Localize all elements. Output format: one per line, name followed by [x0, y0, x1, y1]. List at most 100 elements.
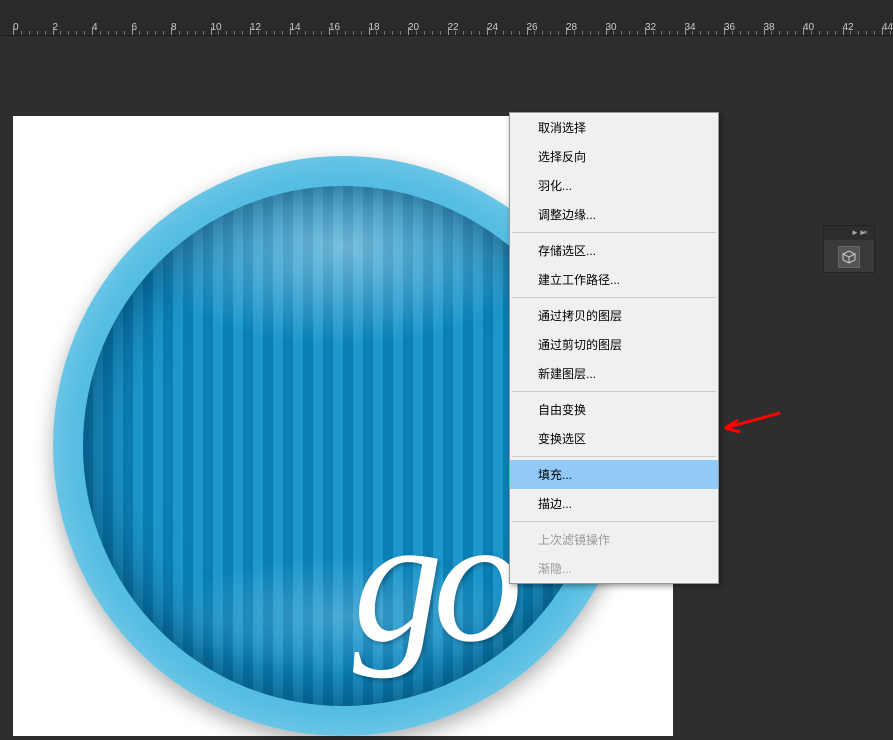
- menu-item[interactable]: 羽化...: [510, 171, 718, 200]
- ruler-tick-minor: [503, 31, 504, 35]
- ruler-tick: 32: [645, 19, 656, 35]
- ruler-tick: 14: [290, 19, 301, 35]
- ruler-tick-minor: [471, 31, 472, 35]
- ruler-tick-minor: [795, 31, 796, 35]
- ruler-tick-minor: [45, 31, 46, 35]
- ruler-label: 32: [645, 22, 656, 33]
- ruler-tick-major: [408, 27, 409, 35]
- ruler-label: 28: [566, 22, 577, 33]
- ruler-tick-minor: [29, 31, 30, 35]
- ruler-tick-minor: [37, 31, 38, 35]
- ruler-tick-minor: [598, 31, 599, 35]
- ruler-tick-minor: [716, 31, 717, 35]
- ruler-tick-minor: [850, 31, 851, 35]
- ruler-tick-minor: [266, 31, 267, 35]
- ruler-tick-minor: [858, 31, 859, 35]
- ruler-tick-major: [685, 27, 686, 35]
- ruler-tick-minor: [582, 31, 583, 35]
- ruler-tick-minor: [432, 31, 433, 35]
- ruler-tick-minor: [337, 31, 338, 35]
- menu-item[interactable]: 建立工作路径...: [510, 265, 718, 294]
- ruler-tick-minor: [495, 31, 496, 35]
- ruler-tick-minor: [187, 31, 188, 35]
- ruler-tick-minor: [84, 31, 85, 35]
- ruler-tick: 16: [329, 19, 340, 35]
- menu-item[interactable]: 通过拷贝的图层: [510, 301, 718, 330]
- menu-item[interactable]: 调整边缘...: [510, 200, 718, 229]
- ruler-tick-minor: [321, 31, 322, 35]
- ruler-tick-minor: [621, 31, 622, 35]
- menu-item: 上次滤镜操作: [510, 525, 718, 554]
- menu-item[interactable]: 存储选区...: [510, 236, 718, 265]
- panel-close-icon[interactable]: ×: [863, 229, 871, 237]
- ruler-tick-minor: [479, 31, 480, 35]
- menu-separator: [512, 297, 716, 298]
- ruler-tick-major: [369, 27, 370, 35]
- menu-item: 渐隐...: [510, 554, 718, 583]
- canvas-workspace[interactable]: go: [0, 36, 893, 740]
- ruler-tick-minor: [203, 31, 204, 35]
- panel-body: [824, 240, 874, 274]
- ruler-label: 40: [803, 22, 814, 33]
- ruler-tick-major: [803, 27, 804, 35]
- menu-item[interactable]: 描边...: [510, 489, 718, 518]
- ruler-tick-major: [645, 27, 646, 35]
- ruler-tick-minor: [700, 31, 701, 35]
- ruler-tick-major: [527, 27, 528, 35]
- ruler-tick-minor: [147, 31, 148, 35]
- ruler-tick-minor: [424, 31, 425, 35]
- panel-3d-icon[interactable]: [838, 246, 860, 268]
- ruler-label: 16: [329, 22, 340, 33]
- ruler-tick: 26: [527, 19, 538, 35]
- ruler-tick-major: [882, 27, 883, 35]
- ruler-tick-minor: [542, 31, 543, 35]
- ruler-tick-minor: [353, 31, 354, 35]
- menu-item[interactable]: 变换选区: [510, 424, 718, 453]
- ruler-label: 10: [211, 22, 222, 33]
- ruler-tick-major: [606, 27, 607, 35]
- ruler-tick: 34: [685, 19, 696, 35]
- ruler-tick-major: [487, 27, 488, 35]
- ruler-tick-minor: [226, 31, 227, 35]
- ruler-tick-minor: [890, 31, 891, 35]
- ruler-tick-minor: [297, 31, 298, 35]
- ruler-tick-minor: [440, 31, 441, 35]
- collapsed-panel[interactable]: ►► ×: [823, 225, 875, 273]
- ruler-tick-minor: [179, 31, 180, 35]
- ruler-tick-minor: [756, 31, 757, 35]
- menu-item[interactable]: 新建图层...: [510, 359, 718, 388]
- ruler-tick: 28: [566, 19, 577, 35]
- annotation-arrow: [720, 410, 780, 441]
- ruler-tick-major: [566, 27, 567, 35]
- ruler-tick-minor: [124, 31, 125, 35]
- ruler-label: 24: [487, 22, 498, 33]
- menu-item[interactable]: 选择反向: [510, 142, 718, 171]
- ruler-tick-minor: [313, 31, 314, 35]
- button-text: go: [353, 476, 513, 683]
- menu-item[interactable]: 自由变换: [510, 395, 718, 424]
- ruler-tick-minor: [218, 31, 219, 35]
- ruler-marks: 0246810121416182022242628303234363840424…: [0, 19, 893, 35]
- panel-collapse-icon[interactable]: ►►: [851, 229, 859, 237]
- ruler-tick-minor: [463, 31, 464, 35]
- ruler-tick-major: [171, 27, 172, 35]
- ruler-tick-major: [724, 27, 725, 35]
- menu-item[interactable]: 取消选择: [510, 113, 718, 142]
- panel-header: ►► ×: [824, 226, 874, 240]
- ruler-tick-minor: [416, 31, 417, 35]
- menu-separator: [512, 391, 716, 392]
- ruler-tick-minor: [558, 31, 559, 35]
- menu-item[interactable]: 通过剪切的图层: [510, 330, 718, 359]
- menu-item[interactable]: 填充...: [510, 460, 718, 489]
- ruler-tick: 12: [250, 19, 261, 35]
- ruler-tick-minor: [835, 31, 836, 35]
- ruler-label: 12: [250, 22, 261, 33]
- ruler-tick-minor: [282, 31, 283, 35]
- ruler-tick: 44: [882, 19, 893, 35]
- ruler-tick-minor: [866, 31, 867, 35]
- ruler-tick-minor: [811, 31, 812, 35]
- ruler-label: 38: [764, 22, 775, 33]
- ruler-tick-major: [250, 27, 251, 35]
- ruler-tick-minor: [163, 31, 164, 35]
- ruler-tick-minor: [155, 31, 156, 35]
